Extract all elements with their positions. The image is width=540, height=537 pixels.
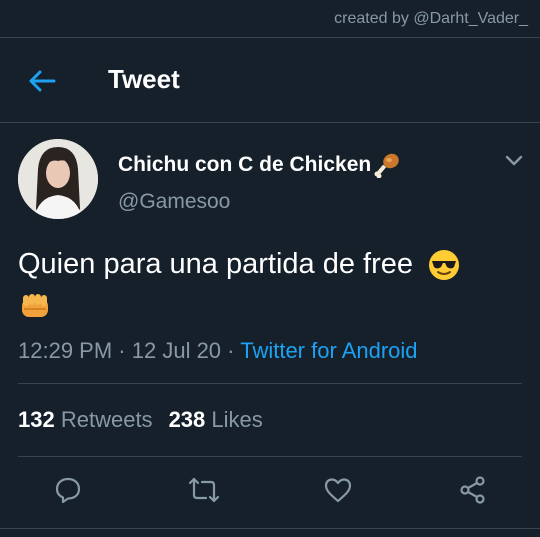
likes-stat[interactable]: 238 Likes <box>169 407 263 432</box>
chevron-down-icon[interactable] <box>503 152 525 170</box>
avatar[interactable] <box>18 139 98 219</box>
header: Tweet <box>0 38 540 122</box>
tweet-actions <box>0 474 540 510</box>
bottom-divider <box>0 528 540 529</box>
author-name[interactable]: Chichu con C de Chicken <box>118 152 401 178</box>
likes-label: Likes <box>211 407 263 432</box>
header-divider <box>0 122 540 123</box>
heart-icon <box>324 478 352 503</box>
author-handle[interactable]: @Gamesoo <box>118 190 230 214</box>
avatar-image <box>18 139 98 219</box>
tweet-text-content: Quien para una partida de free <box>18 248 413 280</box>
tweet-time: 12:29 PM <box>18 338 113 363</box>
tweet-date: 12 Jul 20 <box>131 338 222 363</box>
meta-separator: · <box>227 338 235 363</box>
likes-count: 238 <box>168 407 206 432</box>
tweet-source-link[interactable]: Twitter for Android <box>240 338 417 363</box>
retweet-button[interactable] <box>188 474 220 506</box>
watermark: created by @Darht_Vader_ <box>334 10 528 27</box>
retweets-stat[interactable]: 132 Retweets <box>18 407 153 432</box>
page-title: Tweet <box>108 64 180 94</box>
author-name-text: Chichu con C de Chicken <box>118 153 372 176</box>
drumstick-emoji-icon <box>374 153 399 178</box>
like-button[interactable] <box>322 474 354 506</box>
tweet-stats: 132 Retweets 238 Likes <box>18 407 263 433</box>
retweet-icon <box>188 477 220 503</box>
share-icon <box>460 476 485 504</box>
tweet-text: Quien para una partida de free <box>18 244 518 324</box>
reply-icon <box>55 477 81 504</box>
retweets-count: 132 <box>18 407 55 432</box>
tweet-meta: 12:29 PM · 12 Jul 20 · Twitter for Andro… <box>18 338 418 364</box>
divider <box>18 383 522 384</box>
fist-emoji-icon <box>22 294 48 318</box>
arrow-left-icon <box>29 70 56 92</box>
meta-separator: · <box>118 338 126 363</box>
back-button[interactable] <box>26 66 58 96</box>
share-button[interactable] <box>457 474 489 506</box>
retweets-label: Retweets <box>60 407 153 432</box>
divider <box>18 456 522 457</box>
sunglasses-emoji-icon <box>429 250 460 281</box>
reply-button[interactable] <box>52 474 84 506</box>
